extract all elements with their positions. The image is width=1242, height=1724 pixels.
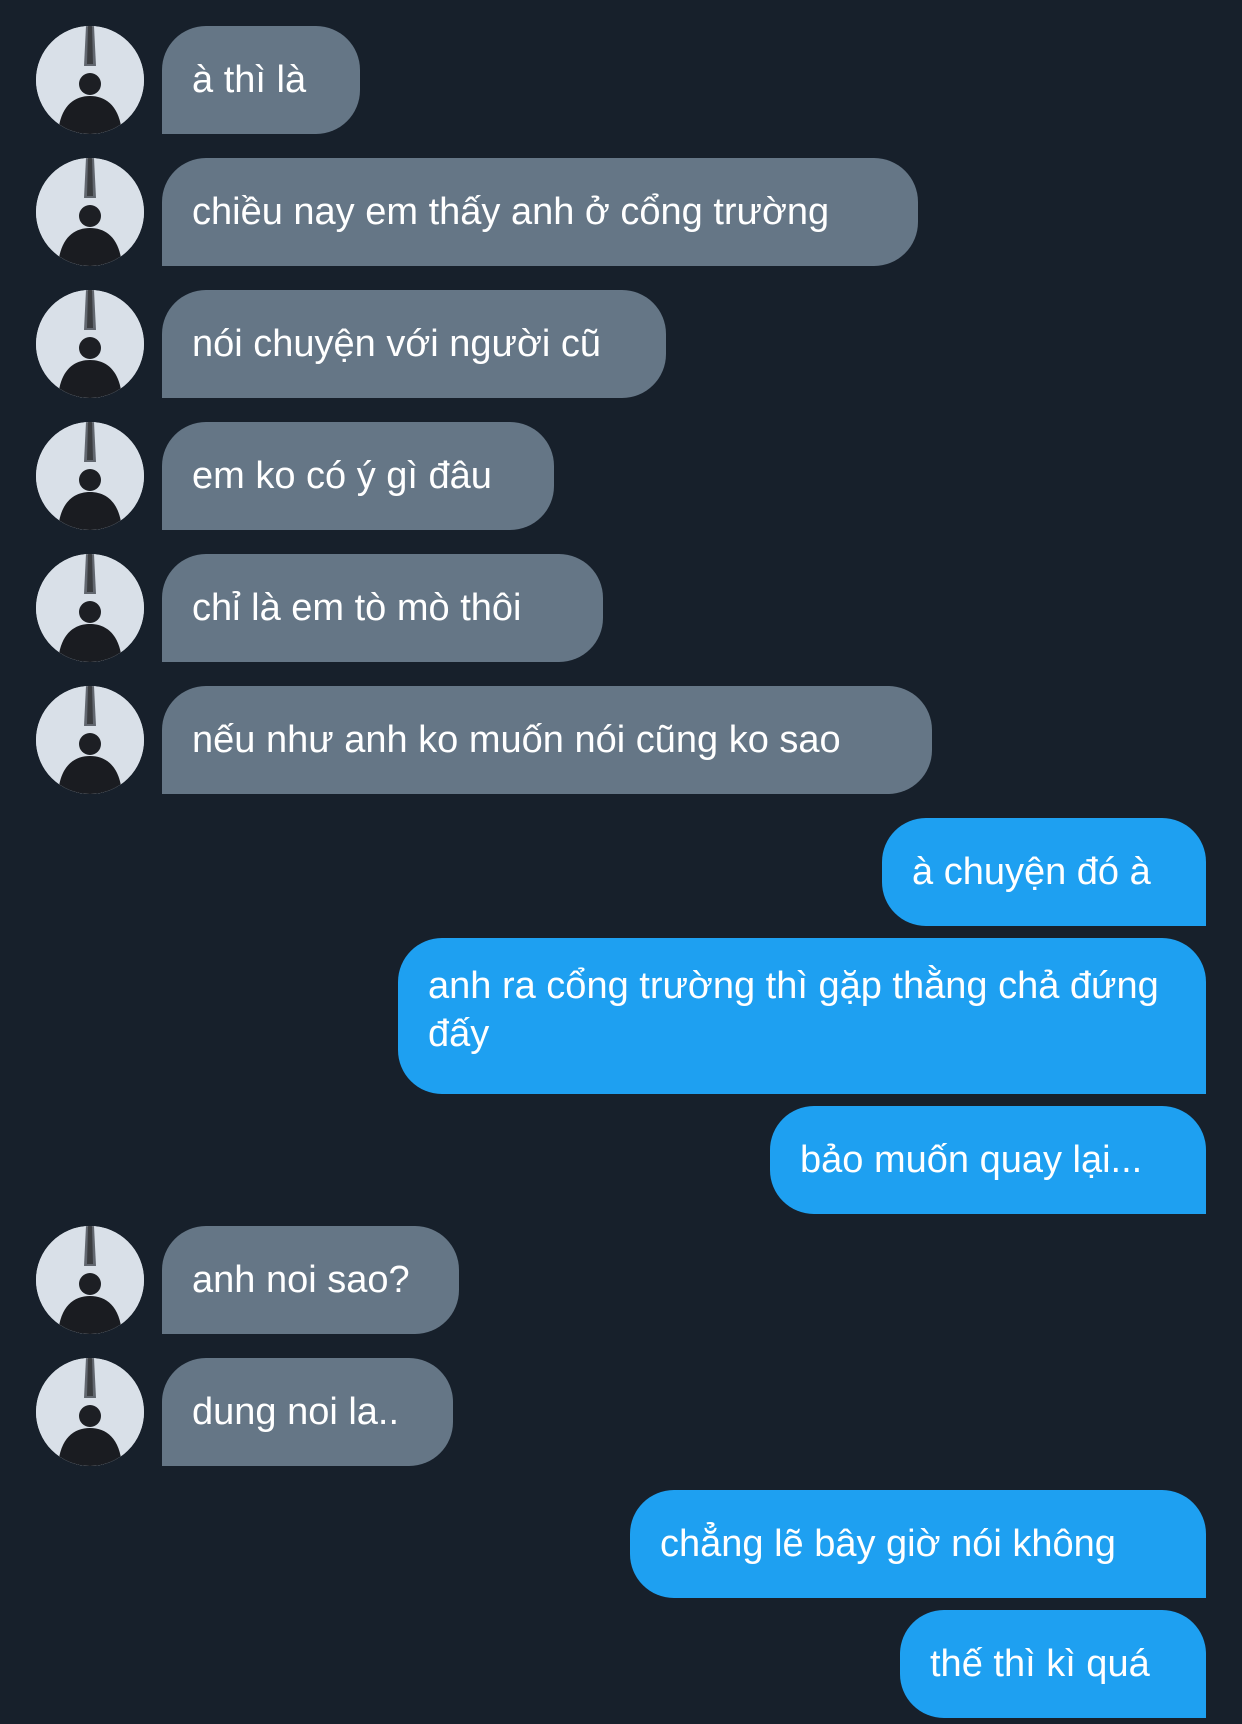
avatar[interactable] [36,1226,144,1334]
message-bubble-outgoing[interactable]: thế thì kì quá [900,1610,1206,1718]
chat-thread: à thì là chiều nay em thấy anh ở cổng tr… [0,0,1242,1724]
message-bubble-outgoing[interactable]: à chuyện đó à [882,818,1206,926]
profile-photo-icon [36,290,144,398]
profile-photo-icon [36,158,144,266]
message-bubble-incoming[interactable]: nói chuyện với người cũ [162,290,666,398]
message-bubble-incoming[interactable]: dung noi la.. [162,1358,453,1466]
message-bubble-incoming[interactable]: nếu như anh ko muốn nói cũng ko sao [162,686,932,794]
message-bubble-incoming[interactable]: chỉ là em tò mò thôi [162,554,603,662]
profile-photo-icon [36,422,144,530]
profile-photo-icon [36,26,144,134]
message-bubble-outgoing[interactable]: bảo muốn quay lại... [770,1106,1206,1214]
avatar[interactable] [36,554,144,662]
profile-photo-icon [36,1358,144,1466]
avatar[interactable] [36,158,144,266]
message-bubble-outgoing[interactable]: anh ra cổng trường thì gặp thằng chả đứn… [398,938,1206,1094]
avatar[interactable] [36,422,144,530]
avatar[interactable] [36,26,144,134]
message-bubble-incoming[interactable]: à thì là [162,26,360,134]
message-bubble-outgoing[interactable]: chẳng lẽ bây giờ nói không [630,1490,1206,1598]
profile-photo-icon [36,686,144,794]
profile-photo-icon [36,1226,144,1334]
message-bubble-incoming[interactable]: anh noi sao? [162,1226,459,1334]
profile-photo-icon [36,554,144,662]
message-bubble-incoming[interactable]: chiều nay em thấy anh ở cổng trường [162,158,918,266]
avatar[interactable] [36,290,144,398]
avatar[interactable] [36,686,144,794]
message-bubble-incoming[interactable]: em ko có ý gì đâu [162,422,554,530]
avatar[interactable] [36,1358,144,1466]
